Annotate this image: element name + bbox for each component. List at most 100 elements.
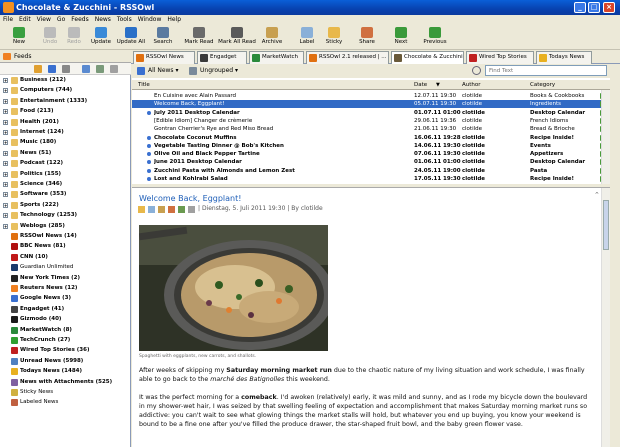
- menu-news[interactable]: News: [92, 15, 114, 24]
- attachment-icon[interactable]: [178, 206, 185, 213]
- column-title[interactable]: Title: [138, 80, 150, 90]
- feed-folder[interactable]: + News (51): [0, 149, 131, 158]
- feed-folder[interactable]: + Health (201): [0, 118, 131, 127]
- reader-scrollbar[interactable]: [601, 188, 610, 447]
- sync-icon[interactable]: [48, 65, 56, 73]
- news-row[interactable]: En Cuisine avec Alain Passard 12.07.11 19…: [132, 92, 610, 100]
- share-button[interactable]: Share: [354, 26, 380, 48]
- expand-icon[interactable]: +: [3, 202, 8, 208]
- list-scrollbar[interactable]: [601, 90, 610, 184]
- news-row[interactable]: Gontran Cherrier's Rye and Red Miso Brea…: [132, 125, 610, 133]
- menu-tools[interactable]: Tools: [114, 15, 135, 24]
- feed-folder[interactable]: + Sports (222): [0, 201, 131, 210]
- filter-icon[interactable]: [96, 65, 104, 73]
- feed-item[interactable]: Guardian Unlimited: [0, 263, 131, 272]
- archive-button[interactable]: Archive: [260, 26, 284, 48]
- column-date[interactable]: Date: [414, 80, 427, 90]
- previous-button[interactable]: Previous: [420, 26, 450, 48]
- sticky-icon[interactable]: [138, 206, 145, 213]
- new-feed-icon[interactable]: [34, 65, 42, 73]
- feed-item[interactable]: CNN (10): [0, 253, 131, 262]
- feed-item[interactable]: Gizmodo (40): [0, 315, 131, 324]
- menu-feeds[interactable]: Feeds: [68, 15, 91, 24]
- tab-engadget[interactable]: Engadget: [197, 51, 247, 64]
- feed-folder[interactable]: + Software (353): [0, 190, 131, 199]
- news-row[interactable]: Lost and Kohlrabi Salad 17.05.11 19:30 clo…: [132, 175, 610, 183]
- tab-marketwatch[interactable]: MarketWatch: [249, 51, 304, 64]
- share-icon[interactable]: [168, 206, 175, 213]
- expand-icon[interactable]: +: [3, 88, 8, 94]
- menu-help[interactable]: Help: [164, 15, 184, 24]
- undo-button[interactable]: Undo: [40, 26, 60, 48]
- feed-item[interactable]: Engadget (41): [0, 305, 131, 314]
- maximize-button[interactable]: □: [588, 2, 600, 13]
- feed-item[interactable]: Sticky News: [0, 388, 131, 397]
- news-row[interactable]: Welcome Back, Eggplant! 05.07.11 19:30 clo…: [132, 100, 610, 109]
- sticky-button[interactable]: Sticky: [322, 26, 346, 48]
- news-row[interactable]: Vegetable Tasting Dinner @ Bob's Kitchen…: [132, 142, 610, 150]
- expand-icon[interactable]: +: [3, 150, 8, 156]
- feed-folder[interactable]: + Food (213): [0, 107, 131, 116]
- feed-item[interactable]: RSSOwl News (14): [0, 232, 131, 241]
- menu-file[interactable]: File: [0, 15, 16, 24]
- filter-all-dropdown[interactable]: All News ▾: [136, 66, 182, 76]
- expand-icon[interactable]: +: [3, 140, 8, 146]
- menu-go[interactable]: Go: [54, 15, 68, 24]
- article-title[interactable]: Welcome Back, Eggplant!: [139, 194, 241, 203]
- collapse-icon[interactable]: ⌃: [594, 191, 600, 199]
- expand-icon[interactable]: +: [3, 192, 8, 198]
- find-text-input[interactable]: [485, 65, 607, 76]
- expand-icon[interactable]: +: [3, 223, 8, 229]
- feed-item[interactable]: Labeled News: [0, 398, 131, 407]
- search-button[interactable]: Search: [150, 26, 176, 48]
- column-category[interactable]: Category: [530, 80, 555, 90]
- feed-item[interactable]: News with Attachments (525): [0, 378, 131, 387]
- redo-button[interactable]: Redo: [64, 26, 84, 48]
- feed-item[interactable]: Unread News (5998): [0, 357, 131, 366]
- feed-folder[interactable]: + Weblogs (285): [0, 222, 131, 231]
- link-icon[interactable]: [82, 65, 90, 73]
- menu-edit[interactable]: Edit: [16, 15, 34, 24]
- label-button[interactable]: Label: [296, 26, 318, 48]
- delete-icon[interactable]: [188, 206, 195, 213]
- tab-rssowl-news[interactable]: RSSOwl News: [133, 51, 195, 64]
- expand-icon[interactable]: +: [3, 213, 8, 219]
- feed-folder[interactable]: + Internet (124): [0, 128, 131, 137]
- close-button[interactable]: ×: [603, 2, 615, 13]
- news-row[interactable]: June 2011 Desktop Calendar 01.06.11 01:00…: [132, 158, 610, 166]
- feed-item[interactable]: BBC News (81): [0, 242, 131, 251]
- expand-icon[interactable]: +: [3, 119, 8, 125]
- feed-folder[interactable]: + Science (346): [0, 180, 131, 189]
- feed-item[interactable]: Reuters News (12): [0, 284, 131, 293]
- feed-item[interactable]: Google News (3): [0, 294, 131, 303]
- column-author[interactable]: Author: [462, 80, 481, 90]
- news-row[interactable]: Olive Oil and Black Pepper Tartine 07.06.…: [132, 150, 610, 158]
- mark-read-button[interactable]: Mark Read: [184, 26, 214, 48]
- tab-chocolate-zucchini[interactable]: Chocolate & Zucchini: [391, 51, 464, 64]
- feed-folder[interactable]: + Technology (1253): [0, 211, 131, 220]
- label-icon[interactable]: [148, 206, 155, 213]
- feed-item[interactable]: MarketWatch (8): [0, 326, 131, 335]
- next-button[interactable]: Next: [390, 26, 412, 48]
- archive-icon[interactable]: [158, 206, 165, 213]
- expand-icon[interactable]: +: [3, 130, 8, 135]
- tab-wired-top-stories[interactable]: Wired Top Stories: [466, 51, 534, 64]
- grouping-dropdown[interactable]: Ungrouped ▾: [188, 66, 248, 76]
- tab-rssowl-2-1-released[interactable]: RSSOwl 2.1 released | ...: [306, 51, 389, 64]
- expand-icon[interactable]: +: [3, 109, 8, 115]
- menu-view[interactable]: View: [34, 15, 54, 24]
- feed-folder[interactable]: + Politics (155): [0, 170, 131, 179]
- feed-folder[interactable]: + Podcast (122): [0, 159, 131, 168]
- menu-window[interactable]: Window: [135, 15, 165, 24]
- feed-folder[interactable]: + Computers (744): [0, 86, 131, 95]
- reader-scroll-thumb[interactable]: [603, 200, 609, 250]
- update-all-button[interactable]: Update All: [116, 26, 146, 48]
- feed-item[interactable]: Wired Top Stories (36): [0, 346, 131, 355]
- mark-all-read-button[interactable]: Mark All Read: [218, 26, 256, 48]
- minimize-button[interactable]: _: [574, 2, 586, 13]
- feed-folder[interactable]: + Music (180): [0, 138, 131, 147]
- expand-icon[interactable]: +: [3, 98, 8, 104]
- tab-todays-news[interactable]: Todays News: [536, 51, 592, 64]
- feed-item[interactable]: New York Times (2): [0, 274, 131, 283]
- update-button[interactable]: Update: [90, 26, 112, 48]
